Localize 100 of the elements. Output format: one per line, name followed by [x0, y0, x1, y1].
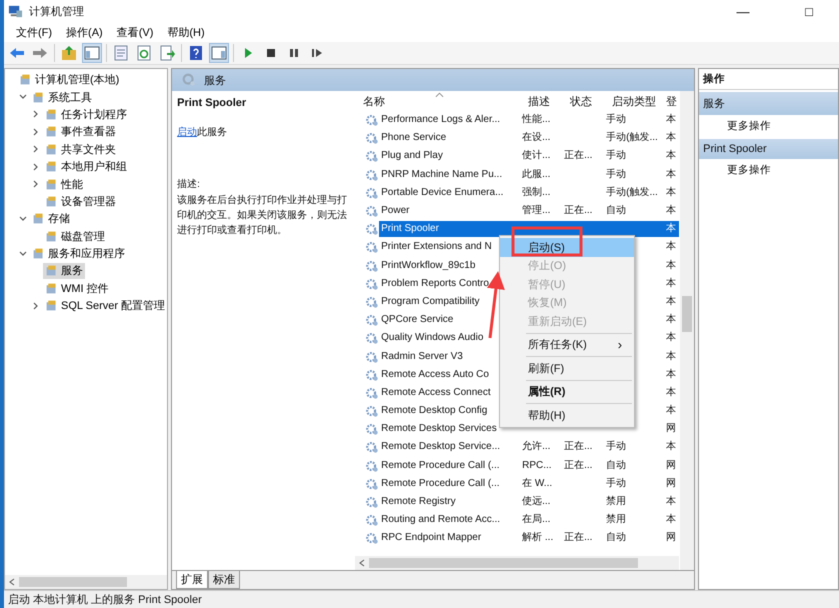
folder-icon	[32, 212, 45, 226]
service-name[interactable]: Remote Procedure Call (...	[381, 478, 500, 489]
window-control-button[interactable]: □	[779, 0, 839, 22]
tree-item[interactable]: 任务计划程序	[43, 106, 129, 122]
tree-item[interactable]: 事件查看器	[43, 124, 118, 140]
table-cell: 在 W...	[522, 478, 552, 489]
service-name[interactable]: PrintWorkflow_89c1b	[381, 260, 476, 271]
table-cell: 本	[666, 186, 676, 198]
help-icon[interactable]	[187, 44, 205, 62]
submenu-arrow: ›	[618, 337, 622, 352]
service-name[interactable]: Remote Registry	[381, 496, 456, 508]
folder-icon	[45, 299, 58, 312]
table-cell: 网	[666, 478, 676, 489]
tree-item[interactable]: 服务和应用程序	[30, 246, 127, 262]
column-header[interactable]: 描述	[520, 94, 562, 108]
column-header[interactable]: 状态	[562, 94, 604, 108]
menu-item[interactable]: 操作(A)	[60, 22, 109, 42]
service-name[interactable]: QPCore Service	[381, 314, 454, 326]
column-header[interactable]: 启动类型	[604, 94, 664, 108]
tree-item[interactable]: 服务	[43, 262, 85, 279]
gear-icon	[365, 131, 380, 146]
tree-item[interactable]: 存储	[30, 210, 72, 227]
service-name[interactable]: Remote Desktop Config	[381, 405, 488, 416]
service-name[interactable]: Phone Service	[381, 132, 446, 144]
context-menu-item[interactable]: 所有任务(K) ›	[500, 336, 634, 354]
scroll-left-icon[interactable]	[9, 578, 15, 586]
service-name[interactable]: PNRP Machine Name Pu...	[381, 168, 502, 180]
menu-item[interactable]: 文件(F)	[10, 22, 58, 42]
tree-item[interactable]: 磁盘管理	[43, 228, 107, 244]
service-name[interactable]: Problem Reports Contro	[381, 278, 489, 289]
context-menu-item[interactable]: 属性(R)	[500, 382, 634, 401]
service-title: Print Spooler	[177, 97, 248, 109]
service-name[interactable]: Portable Device Enumera...	[381, 186, 504, 198]
tree-item[interactable]: 性能	[43, 176, 85, 192]
start-link[interactable]: 启动	[177, 127, 198, 138]
tree-item[interactable]: 共享文件夹	[43, 141, 118, 158]
service-name[interactable]: Radmin Server V3	[381, 350, 463, 362]
tree-item[interactable]: 设备管理器	[43, 193, 118, 210]
table-cell: 本	[666, 350, 676, 362]
service-name[interactable]: Routing and Remote Acc...	[381, 514, 500, 526]
actions-section[interactable]: 服务	[699, 92, 838, 115]
vertical-scrollbar[interactable]	[680, 91, 694, 570]
service-name[interactable]: Remote Desktop Services	[381, 423, 497, 434]
service-name[interactable]: Remote Access Connect	[381, 386, 491, 398]
table-cell: 本	[666, 314, 676, 326]
window-control-button[interactable]: —	[713, 0, 773, 22]
panel-icon[interactable]	[210, 44, 228, 62]
service-name[interactable]: Power	[381, 205, 410, 216]
table-cell: 手动	[606, 441, 626, 452]
export-icon[interactable]	[158, 44, 176, 62]
tree-item[interactable]: WMI 控件	[43, 280, 111, 296]
service-name[interactable]: Print Spooler	[381, 223, 439, 234]
menu-item[interactable]: 帮助(H)	[161, 22, 211, 42]
table-cell: 管理...	[522, 205, 550, 216]
service-name[interactable]: Remote Procedure Call (...	[381, 460, 500, 471]
horizontal-scrollbar[interactable]	[355, 556, 680, 570]
service-name[interactable]: Program Compatibility	[381, 296, 480, 307]
view-tab[interactable]: 标准	[208, 571, 240, 589]
tree-item[interactable]: 本地用户和组	[43, 158, 129, 175]
service-name[interactable]: Quality Windows Audio	[381, 332, 484, 344]
folder-up-icon[interactable]	[60, 44, 78, 62]
action-link[interactable]: 更多操作	[699, 159, 838, 181]
service-name[interactable]: RPC Endpoint Mapper	[381, 532, 482, 544]
gear-icon	[365, 294, 380, 309]
table-cell: 本	[666, 150, 676, 162]
column-header[interactable]: 名称	[355, 94, 520, 108]
service-name[interactable]: Remote Desktop Service...	[381, 441, 500, 452]
view-tab[interactable]: 扩展	[176, 571, 208, 589]
gear-icon	[365, 186, 380, 200]
service-name[interactable]: Performance Logs & Aler...	[381, 114, 500, 126]
action-link[interactable]: 更多操作	[699, 115, 838, 137]
service-name[interactable]: Plug and Play	[381, 150, 443, 162]
highlight-rectangle	[512, 226, 582, 256]
table-cell: 本	[666, 260, 676, 271]
sort-icon	[435, 92, 444, 98]
gear-icon	[365, 422, 380, 436]
context-menu-item[interactable]: 刷新(F)	[500, 359, 634, 378]
table-cell: 本	[666, 205, 676, 216]
service-name[interactable]: Remote Access Auto Co	[381, 368, 489, 380]
tree-item[interactable]: SQL Server 配置管理	[43, 298, 168, 314]
table-cell: 网	[666, 423, 676, 434]
status-bar: 启动 本地计算机 上的服务 Print Spooler	[4, 590, 839, 608]
refresh-icon[interactable]	[135, 44, 153, 62]
table-cell: 本	[666, 114, 676, 126]
service-name[interactable]: Printer Extensions and N	[381, 241, 492, 252]
properties-icon[interactable]	[112, 44, 130, 62]
tree-item[interactable]: 计算机管理(本地)	[17, 72, 122, 88]
column-header[interactable]: 登	[664, 94, 680, 108]
tree-item[interactable]: 系统工具	[30, 89, 94, 106]
table-cell: 本	[666, 296, 676, 307]
actions-section[interactable]: Print Spooler	[699, 139, 838, 159]
panel-icon[interactable]	[83, 44, 101, 62]
table-cell: 本	[666, 405, 676, 416]
gear-icon	[365, 149, 380, 164]
table-cell: 解析 ...	[522, 532, 554, 544]
folder-icon	[32, 247, 45, 260]
menu-item[interactable]: 查看(V)	[110, 22, 160, 42]
scroll-left-icon[interactable]	[359, 559, 366, 567]
horizontal-scrollbar[interactable]	[5, 575, 168, 589]
context-menu-item[interactable]: 帮助(H)	[500, 406, 634, 424]
